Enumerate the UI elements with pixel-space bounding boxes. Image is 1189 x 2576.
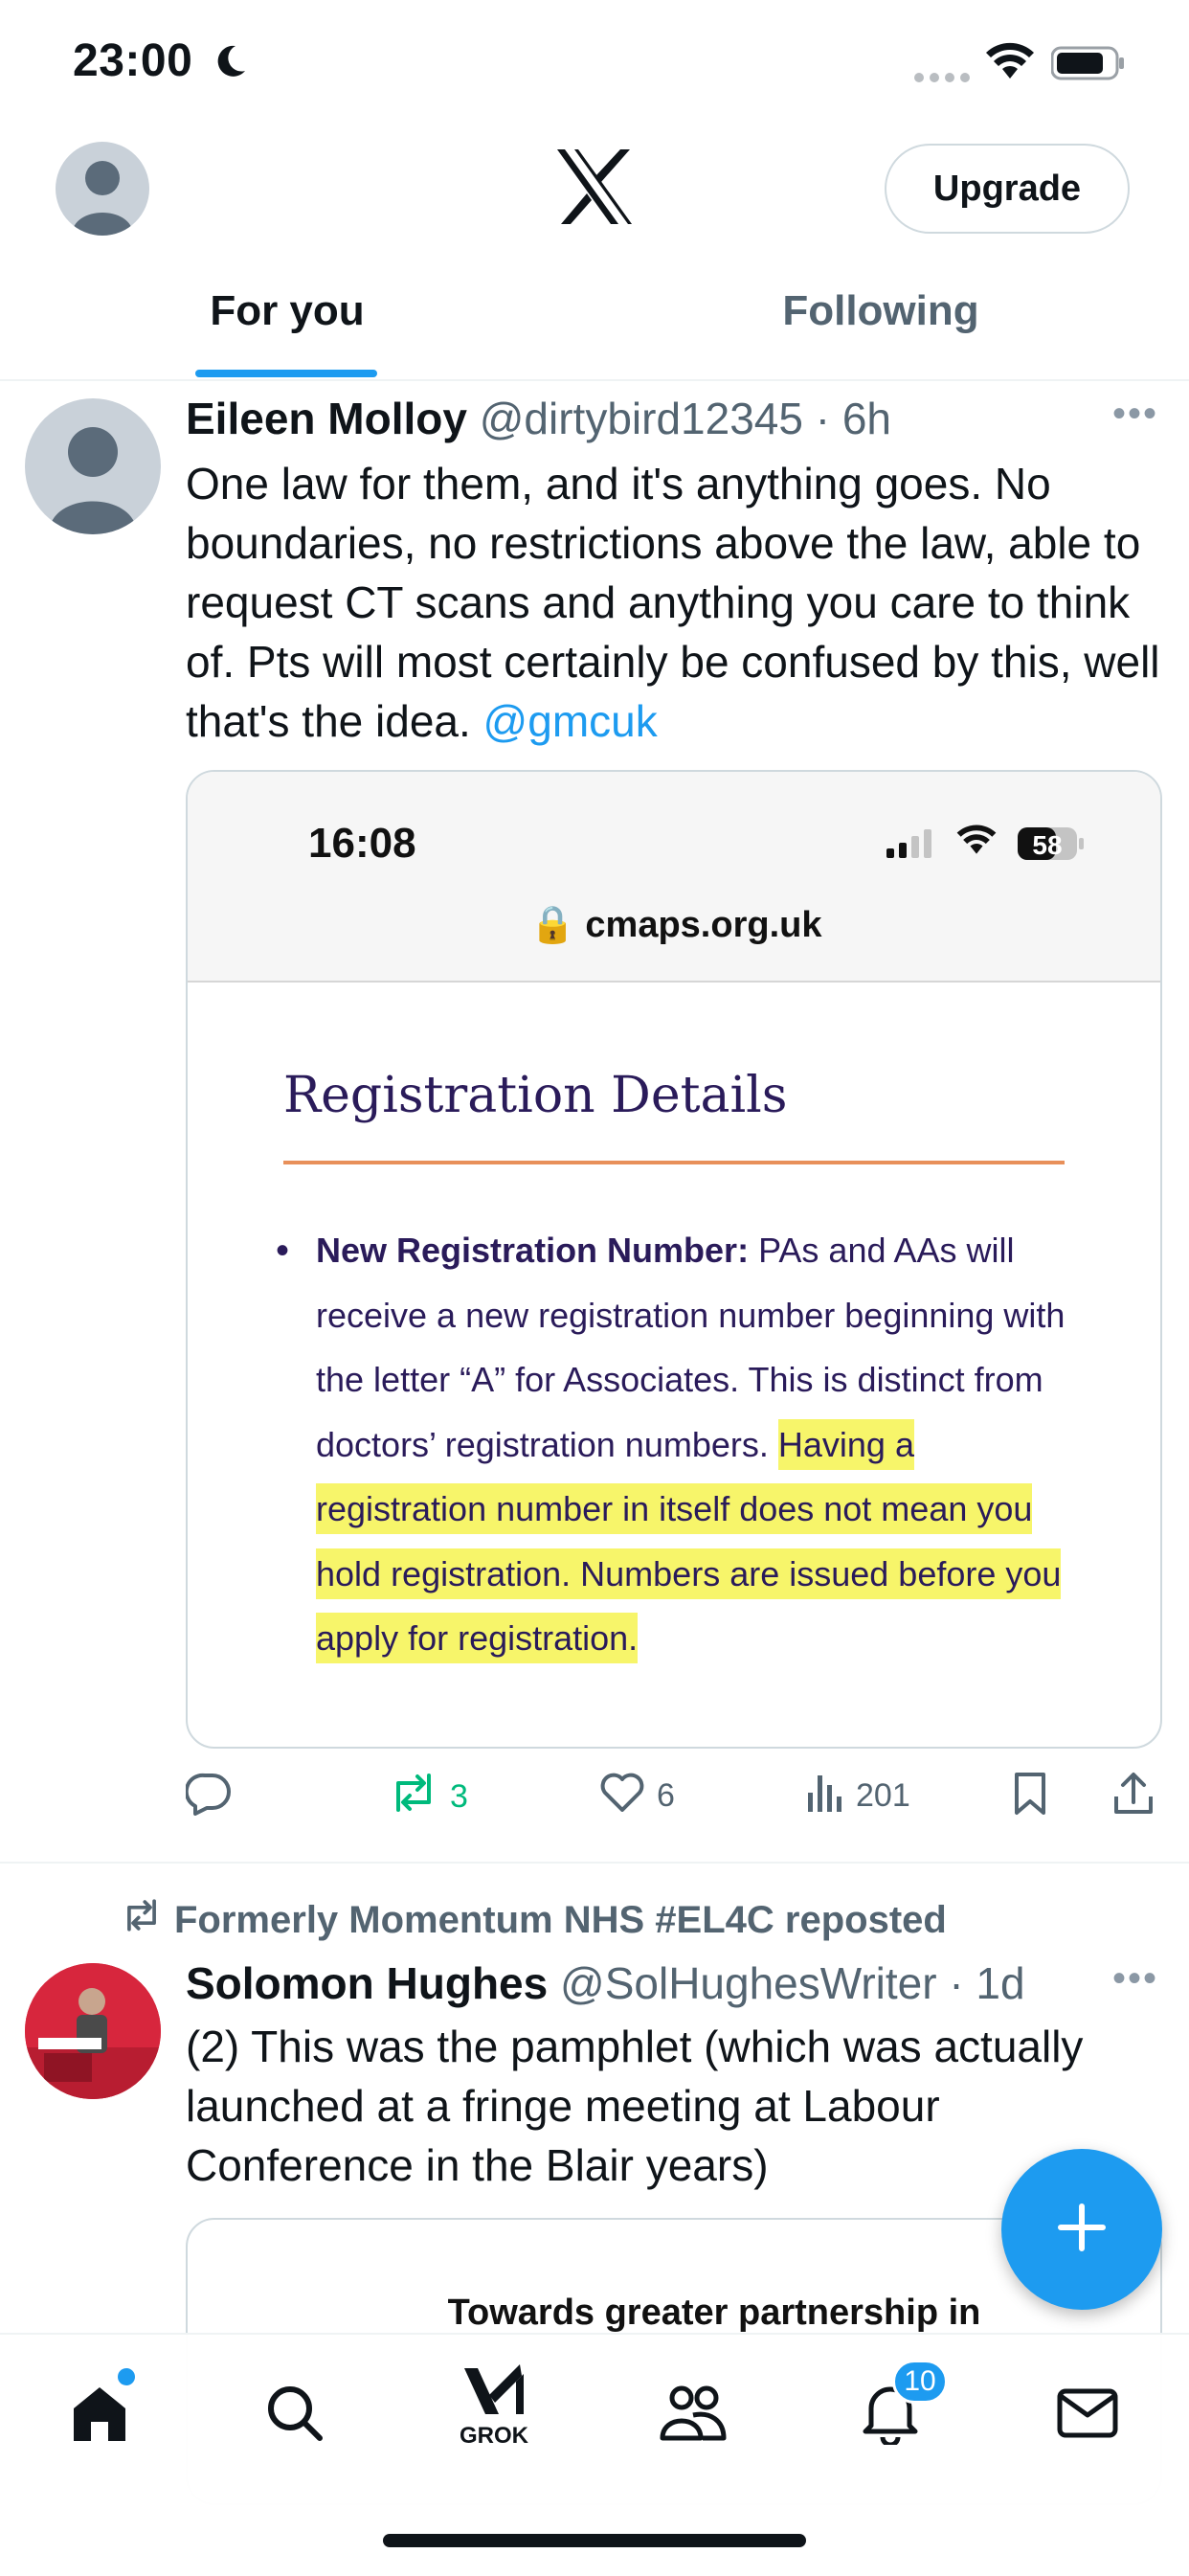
reply-icon bbox=[184, 1772, 232, 1824]
share-button[interactable] bbox=[1112, 1772, 1155, 1824]
moon-icon bbox=[211, 42, 249, 85]
post-author-avatar[interactable] bbox=[25, 398, 161, 534]
repost-button[interactable]: 3 bbox=[389, 1772, 468, 1822]
author-handle-time: @SolHughesWriter · 1d bbox=[560, 1958, 1025, 2008]
battery-icon bbox=[1050, 46, 1126, 85]
post-author-avatar[interactable] bbox=[25, 1963, 161, 2099]
grok-label: GROK bbox=[460, 2422, 528, 2449]
share-icon bbox=[1112, 1772, 1155, 1824]
embedded-wifi-icon bbox=[955, 824, 998, 861]
post-author-line[interactable]: Eileen Molloy @dirtybird12345 · 6h bbox=[186, 393, 891, 444]
reposted-by-text: Formerly Momentum NHS #EL4C reposted bbox=[174, 1898, 947, 1941]
nav-search[interactable] bbox=[247, 2367, 343, 2463]
embedded-heading: Registration Details bbox=[283, 1067, 788, 1124]
author-name[interactable]: Eileen Molloy bbox=[186, 394, 467, 443]
nav-home[interactable] bbox=[52, 2365, 147, 2463]
status-time: 23:00 bbox=[73, 35, 193, 86]
embedded-image-text: Towards greater partnership in bbox=[447, 2293, 981, 2333]
embedded-battery-level: 58 bbox=[1032, 830, 1062, 860]
home-indicator[interactable] bbox=[383, 2534, 806, 2547]
home-icon bbox=[68, 2382, 131, 2450]
bookmark-icon bbox=[1011, 1772, 1049, 1824]
embedded-signal-icon bbox=[886, 829, 936, 863]
post-text: (2) This was the pamphlet (which was act… bbox=[186, 2022, 1084, 2190]
views-icon bbox=[806, 1772, 844, 1820]
search-icon bbox=[264, 2383, 325, 2449]
more-options-icon[interactable]: ••• bbox=[1112, 1957, 1158, 2000]
author-handle-time: @dirtybird12345 · 6h bbox=[479, 394, 891, 443]
embedded-battery-icon: 58 bbox=[1017, 825, 1086, 867]
embedded-url: 🔒 cmaps.org.uk bbox=[188, 904, 1160, 946]
views-button[interactable]: 201 bbox=[806, 1772, 910, 1820]
reposted-by-line[interactable]: Formerly Momentum NHS #EL4C reposted bbox=[121, 1898, 947, 1942]
mention-link[interactable]: @gmcuk bbox=[483, 696, 658, 746]
envelope-icon bbox=[1057, 2388, 1118, 2443]
divider bbox=[0, 1862, 1189, 1864]
bookmark-button[interactable] bbox=[1011, 1772, 1049, 1824]
embedded-url-text: cmaps.org.uk bbox=[585, 905, 822, 945]
grok-icon bbox=[460, 2362, 527, 2425]
author-name[interactable]: Solomon Hughes bbox=[186, 1958, 548, 2008]
repost-icon bbox=[389, 1772, 438, 1822]
nav-notifications[interactable]: 10 bbox=[842, 2360, 948, 2463]
embedded-status-time: 16:08 bbox=[308, 820, 416, 867]
repost-small-icon bbox=[121, 1898, 163, 1942]
nav-communities[interactable] bbox=[645, 2367, 741, 2463]
x-logo-icon[interactable] bbox=[553, 147, 636, 231]
post-media-screenshot[interactable]: 16:08 58 🔒 cmaps.org.uk Registration Det… bbox=[186, 770, 1162, 1749]
like-button[interactable]: 6 bbox=[599, 1772, 675, 1820]
bullet-icon: • bbox=[276, 1230, 290, 1272]
embedded-body-text: New Registration Number: PAs and AAs wil… bbox=[316, 1218, 1082, 1671]
post-text: One law for them, and it's anything goes… bbox=[186, 454, 1172, 751]
compose-button[interactable] bbox=[1001, 2149, 1162, 2310]
wifi-icon bbox=[984, 42, 1036, 85]
tab-for-you[interactable]: For you bbox=[115, 287, 460, 335]
communities-icon bbox=[659, 2383, 728, 2449]
new-content-dot bbox=[115, 2365, 138, 2388]
divider bbox=[0, 379, 1189, 381]
more-options-icon[interactable]: ••• bbox=[1112, 393, 1158, 436]
tab-following[interactable]: Following bbox=[708, 287, 1053, 335]
repost-count: 3 bbox=[450, 1778, 468, 1815]
like-count: 6 bbox=[657, 1777, 675, 1814]
notifications-badge: 10 bbox=[892, 2360, 948, 2404]
heart-icon bbox=[599, 1772, 645, 1820]
embedded-browser-bar bbox=[188, 772, 1160, 983]
reply-button[interactable] bbox=[184, 1772, 243, 1824]
profile-avatar[interactable] bbox=[56, 142, 149, 236]
nav-messages[interactable] bbox=[1040, 2367, 1135, 2463]
lock-icon: 🔒 bbox=[529, 905, 575, 945]
post-author-line[interactable]: Solomon Hughes @SolHughesWriter · 1d bbox=[186, 1957, 1025, 2009]
nav-grok[interactable]: GROK bbox=[446, 2358, 542, 2453]
active-tab-indicator bbox=[195, 370, 377, 377]
plus-icon bbox=[1055, 2201, 1109, 2259]
signal-icon bbox=[914, 71, 970, 88]
upgrade-button[interactable]: Upgrade bbox=[885, 144, 1130, 234]
embedded-heading-rule bbox=[283, 1161, 1065, 1164]
views-count: 201 bbox=[856, 1777, 910, 1814]
post-body: One law for them, and it's anything goes… bbox=[186, 459, 1160, 746]
embedded-bullet-label: New Registration Number: bbox=[316, 1231, 750, 1270]
